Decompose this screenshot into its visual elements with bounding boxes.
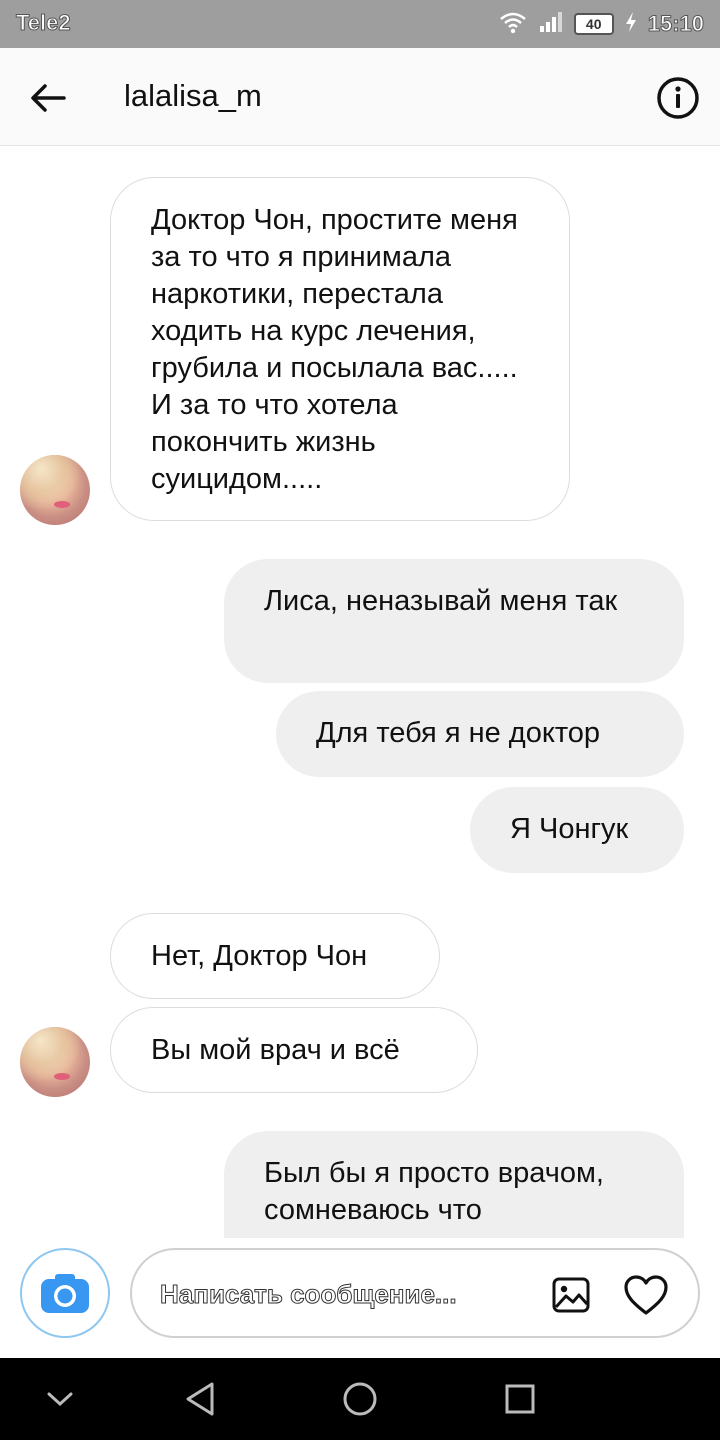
info-button[interactable] bbox=[656, 76, 700, 120]
signal-icon bbox=[538, 11, 564, 38]
back-triangle-icon bbox=[186, 1382, 214, 1416]
heart-icon bbox=[624, 1275, 668, 1315]
chevron-down-icon bbox=[47, 1392, 73, 1407]
avatar[interactable] bbox=[20, 1027, 90, 1097]
message-bubble-outgoing[interactable]: Был бы я просто врачом, сомневаюсь что bbox=[224, 1131, 684, 1238]
message-text: Лиса, неназывай меня так bbox=[264, 585, 618, 617]
message-text: Доктор Чон, простите меня за то что я пр… bbox=[151, 204, 518, 495]
message-text: Вы мой врач и всё bbox=[151, 1034, 400, 1066]
chat-header: lalalisa_m bbox=[0, 48, 720, 146]
nav-recents-button[interactable] bbox=[495, 1374, 545, 1424]
status-bar: Tele2 40 15:10 bbox=[0, 0, 720, 48]
message-bubble-incoming[interactable]: Доктор Чон, простите меня за то что я пр… bbox=[110, 177, 570, 521]
arrow-left-icon bbox=[31, 84, 66, 112]
message-bubble-outgoing[interactable]: Лиса, неназывай меня так bbox=[224, 559, 684, 683]
status-icons: 40 15:10 bbox=[498, 8, 705, 40]
avatar[interactable] bbox=[20, 455, 90, 525]
home-circle-icon bbox=[343, 1382, 377, 1416]
info-icon bbox=[657, 77, 699, 119]
recents-square-icon bbox=[505, 1384, 535, 1414]
nav-back-button[interactable] bbox=[175, 1374, 225, 1424]
message-bubble-outgoing[interactable]: Я Чонгук bbox=[470, 787, 684, 873]
message-text: Был бы я просто врачом, сомневаюсь что bbox=[264, 1157, 604, 1226]
back-button[interactable] bbox=[26, 76, 70, 120]
status-time: 15:10 bbox=[647, 11, 704, 37]
message-list[interactable]: Доктор Чон, простите меня за то что я пр… bbox=[0, 147, 720, 1238]
message-text: Для тебя я не доктор bbox=[316, 717, 601, 749]
camera-icon bbox=[41, 1274, 89, 1313]
screen: Tele2 40 15:10 lalalisa_m Доктор Чон, пр… bbox=[0, 0, 720, 1440]
gallery-button[interactable] bbox=[550, 1274, 592, 1316]
message-bubble-incoming[interactable]: Вы мой врач и всё bbox=[110, 1007, 478, 1093]
message-input[interactable] bbox=[160, 1274, 540, 1314]
charging-icon bbox=[624, 11, 638, 38]
nav-home-button[interactable] bbox=[335, 1374, 385, 1424]
wifi-icon bbox=[498, 10, 528, 39]
message-text: Я Чонгук bbox=[510, 813, 629, 845]
message-input-container bbox=[130, 1248, 700, 1338]
camera-button[interactable] bbox=[20, 1248, 110, 1338]
image-icon bbox=[552, 1277, 590, 1313]
message-text: Нет, Доктор Чон bbox=[151, 940, 368, 972]
carrier-name: Tele2 bbox=[16, 10, 72, 36]
message-bubble-incoming[interactable]: Нет, Доктор Чон bbox=[110, 913, 440, 999]
like-button[interactable] bbox=[622, 1272, 670, 1318]
hide-keyboard-button[interactable] bbox=[35, 1374, 85, 1424]
message-composer bbox=[0, 1238, 720, 1358]
navigation-bar bbox=[0, 1358, 720, 1440]
battery-icon: 40 bbox=[573, 13, 614, 35]
message-bubble-outgoing[interactable]: Для тебя я не доктор bbox=[276, 691, 684, 777]
chat-username[interactable]: lalalisa_m bbox=[124, 78, 262, 114]
